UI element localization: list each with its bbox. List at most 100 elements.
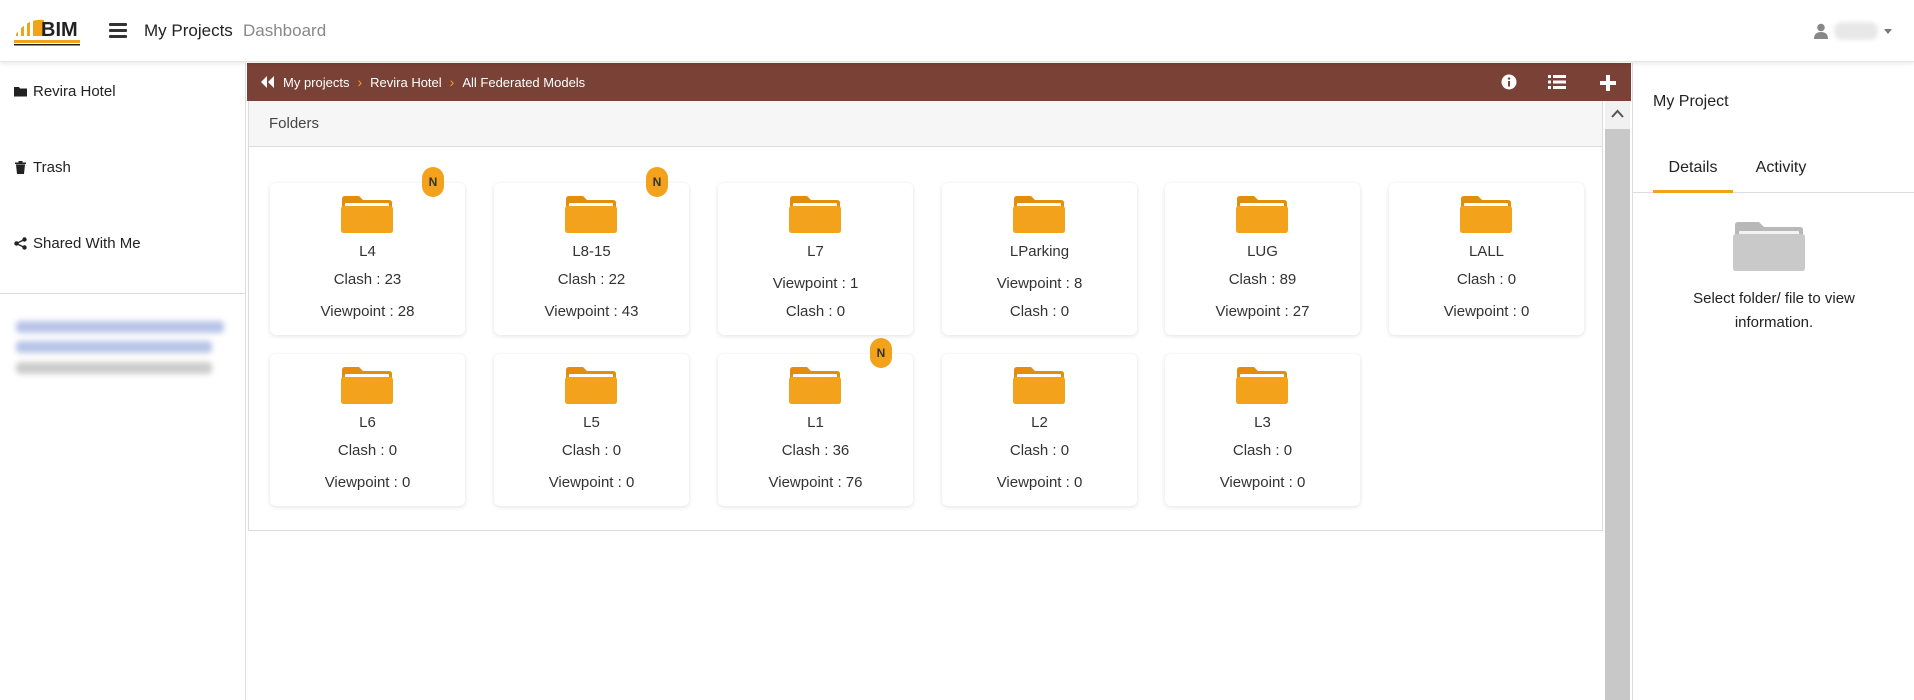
folder-name: L6 [359,414,376,431]
top-navbar: BIM My Projects Dashboard [0,0,1914,62]
breadcrumb-separator: › [357,74,363,90]
folder-name: L8-15 [572,243,611,260]
share-icon [14,237,27,250]
folder-icon [341,367,393,404]
folder-stat-2: Viewpoint : 0 [996,474,1083,491]
folder-stat-1: Clash : 0 [337,442,398,459]
folder-stat-1: Clash : 23 [333,271,402,288]
folder-icon [1013,196,1065,233]
folder-stat-1: Clash : 0 [561,442,622,459]
folder-stat-1: Clash : 36 [781,442,850,459]
new-badge: N [646,167,668,197]
folder-name: LUG [1247,243,1278,260]
details-tabs: Details Activity [1633,155,1914,193]
folder-icon [565,196,617,233]
folder-card-l3[interactable]: L3 Clash : 0 Viewpoint : 0 [1165,354,1360,506]
menu-toggle-icon[interactable] [109,23,127,39]
folder-icon [14,87,27,97]
new-badge: N [422,167,444,197]
left-sidebar: Revira Hotel Trash Shared With Me [0,63,246,700]
user-menu[interactable] [1814,18,1892,44]
blurred-text [16,321,224,333]
breadcrumb-my-projects[interactable]: My projects [283,75,349,90]
folder-icon [1460,196,1512,233]
folder-icon [1013,367,1065,404]
folder-stat-2: Viewpoint : 76 [768,474,863,491]
blurred-text [16,341,212,353]
vertical-scrollbar[interactable] [1605,101,1630,700]
folder-icon [565,367,617,404]
details-empty-message: Select folder/ file to view information. [1693,290,1855,331]
folder-card-l8-15[interactable]: L8-15 Clash : 22 Viewpoint : 43 [494,183,689,335]
folder-stat-1: Viewpoint : 8 [996,275,1083,292]
breadcrumb: My projects › Revira Hotel › All Federat… [261,74,585,90]
folder-card-lall[interactable]: LALL Clash : 0 Viewpoint : 0 [1389,183,1584,335]
folder-icon [1236,367,1288,404]
folder-card-l2[interactable]: L2 Clash : 0 Viewpoint : 0 [942,354,1137,506]
details-panel-title: My Project [1653,93,1729,110]
folder-stat-2: Viewpoint : 43 [544,303,639,320]
folder-stat-2: Viewpoint : 27 [1215,303,1310,320]
folder-card-lparking[interactable]: LParking Viewpoint : 8 Clash : 0 [942,183,1137,335]
folder-name: L1 [807,414,824,431]
details-panel: My Project Details Activity Select folde… [1632,63,1914,700]
breadcrumb-revira-hotel[interactable]: Revira Hotel [370,75,442,90]
folder-stat-1: Clash : 0 [1456,271,1517,288]
scroll-up-button[interactable] [1605,101,1630,129]
folder-stat-2: Viewpoint : 0 [1219,474,1306,491]
tab-activity[interactable]: Activity [1741,155,1821,193]
blurred-text [16,362,212,374]
user-icon [1814,23,1828,39]
tab-details[interactable]: Details [1653,155,1733,193]
folder-stat-2: Clash : 0 [785,303,846,320]
logo-text: BIM [41,19,78,41]
folder-card-l5[interactable]: L5 Clash : 0 Viewpoint : 0 [494,354,689,506]
folder-card-l1[interactable]: L1 Clash : 36 Viewpoint : 76 [718,354,913,506]
folder-icon [789,367,841,404]
folder-stat-1: Clash : 0 [1232,442,1293,459]
main-content: Folders L4 Clash : 23 Viewpoint : 28 L8-15… [248,101,1603,700]
chevron-down-icon [1884,28,1892,34]
folder-card-l7[interactable]: L7 Viewpoint : 1 Clash : 0 [718,183,913,335]
add-icon[interactable] [1600,75,1616,91]
new-badge: N [870,338,892,368]
folder-card-l6[interactable]: L6 Clash : 0 Viewpoint : 0 [270,354,465,506]
folder-name: L7 [807,243,824,260]
info-icon[interactable] [1501,74,1517,90]
folder-stat-1: Clash : 0 [1009,442,1070,459]
folder-stat-1: Clash : 22 [557,271,626,288]
folder-name: LALL [1468,243,1505,260]
bim-logo[interactable]: BIM [14,12,84,48]
breadcrumb-bar: My projects › Revira Hotel › All Federat… [247,63,1631,101]
list-view-icon[interactable] [1548,74,1566,90]
breadcrumb-all-federated-models: All Federated Models [462,74,586,90]
sidebar-divider [0,293,246,294]
folder-stat-2: Viewpoint : 0 [1443,303,1530,320]
folder-name: L5 [583,414,600,431]
folder-stat-2: Viewpoint : 0 [324,474,411,491]
folders-heading: Folders [249,101,1602,147]
folder-stat-1: Clash : 89 [1228,271,1297,288]
folder-name: L3 [1254,414,1271,431]
folder-stat-2: Viewpoint : 0 [548,474,635,491]
chevron-up-icon [1611,109,1624,118]
sidebar-item-trash[interactable]: Trash [14,159,71,176]
folder-name: L4 [359,243,376,260]
folder-card-l4[interactable]: L4 Clash : 23 Viewpoint : 28 [270,183,465,335]
nav-my-projects[interactable]: My Projects [144,21,233,41]
folder-name: LParking [1009,243,1070,260]
double-chevron-left-icon[interactable] [261,76,275,88]
sidebar-item-label: Revira Hotel [33,83,116,100]
sidebar-item-shared-with-me[interactable]: Shared With Me [14,235,141,252]
folder-stat-1: Viewpoint : 1 [772,275,859,292]
folder-placeholder-icon [1733,222,1805,271]
nav-dashboard[interactable]: Dashboard [243,21,326,41]
sidebar-item-revira-hotel[interactable]: Revira Hotel [14,83,116,100]
sidebar-item-label: Trash [33,159,71,176]
trash-icon [15,161,26,174]
sidebar-item-label: Shared With Me [33,235,141,252]
folder-stat-2: Clash : 0 [1009,303,1070,320]
breadcrumb-separator: › [449,74,455,90]
folder-icon [1236,196,1288,233]
folder-card-lug[interactable]: LUG Clash : 89 Viewpoint : 27 [1165,183,1360,335]
